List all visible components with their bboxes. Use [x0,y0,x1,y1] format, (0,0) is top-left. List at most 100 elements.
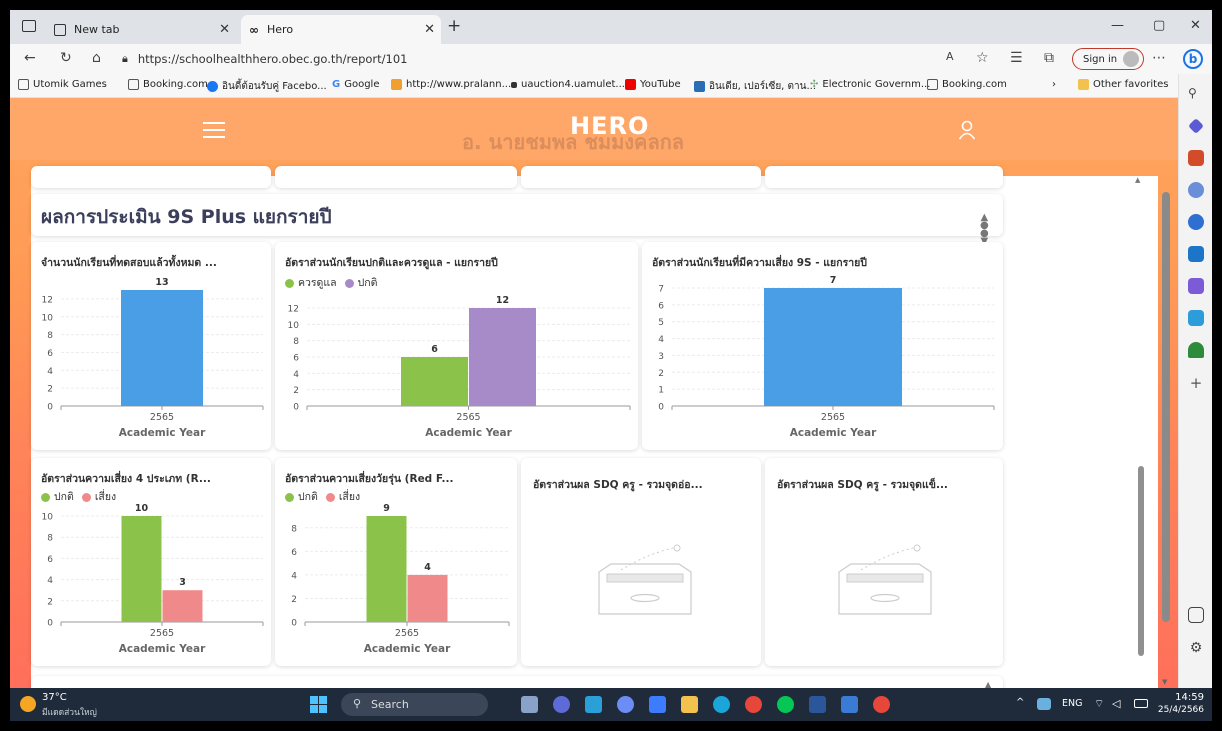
chart-card-9s-risk: อัตราส่วนนักเรียนที่มีความเสี่ยง 9S - แย… [642,242,1003,450]
show-hidden-icons-icon[interactable]: ^ [1016,697,1024,708]
scroll-down-icon[interactable]: ▼ [1162,678,1167,686]
legend-item[interactable]: ปกติ [344,274,377,291]
app-icon[interactable] [617,696,634,713]
navigation-bar: ← ↻ ⌂ 🔒︎ https://schoolhealthhero.obec.g… [10,44,1212,74]
new-tab-button[interactable]: + [447,16,461,36]
favorite-item[interactable]: อินดี้ต้อนรับคู่ Facebo... [207,79,327,94]
scrollbar-thumb[interactable] [1138,466,1144,656]
search-icon[interactable]: ⚲ [1188,86,1204,102]
favorite-item[interactable]: อินเดีย, เปอร์เซีย, ตาน... [694,79,816,94]
tab-new-tab[interactable]: New tab ✕ [46,15,236,44]
y-tick-label: 10 [288,321,300,331]
photos-icon[interactable] [841,696,858,713]
file-explorer-icon[interactable] [681,696,698,713]
language-indicator[interactable]: ENG [1062,698,1082,709]
line-icon[interactable] [777,696,794,713]
chart-legend: ควรดูแล ปกติ [285,274,377,291]
store-icon[interactable] [649,696,666,713]
scroll-up-icon[interactable]: ▲ [985,680,991,688]
back-icon[interactable]: ← [24,50,36,66]
add-icon[interactable]: + [1188,374,1204,392]
avatar [1123,51,1139,67]
minimize-button[interactable]: — [1111,18,1124,33]
maximize-button[interactable]: ▢ [1153,18,1165,33]
favorite-star-icon[interactable]: ☆ [976,50,989,66]
clock-time[interactable]: 14:59 [1168,692,1204,703]
taskbar-search[interactable]: ⚲ Search [341,693,488,716]
workspaces-icon[interactable] [22,20,36,32]
address-bar[interactable]: 🔒︎ https://schoolhealthhero.obec.go.th/r… [122,48,872,70]
read-aloud-icon[interactable]: A [946,50,954,63]
sign-in-button[interactable]: Sign in [1072,48,1144,70]
y-tick-label: 12 [288,305,299,315]
favorite-item[interactable]: http://www.pralann... [391,79,511,90]
favorite-item[interactable]: uauction4.uamulet... [511,79,625,90]
y-tick-label: 0 [658,403,664,413]
user-icon[interactable] [958,120,976,140]
hero-logo-icon: ∞ [249,22,259,37]
favorite-item[interactable]: Utomik Games [18,79,107,90]
task-view-icon[interactable] [521,696,538,713]
close-window-button[interactable]: ✕ [1190,18,1201,33]
page-scrollbar[interactable]: ▼ [1158,178,1174,688]
chart-legend: ปกติ เสี่ยง [285,488,360,505]
home-icon[interactable]: ⌂ [92,50,101,66]
favorite-item[interactable]: Booking.com [927,79,1007,90]
empty-box-icon [838,544,932,615]
settings-gear-icon[interactable]: ⚙ [1188,640,1204,656]
battery-icon[interactable] [1134,699,1148,708]
chart-title: จำนวนนักเรียนที่ทดสอบแล้วทั้งหมด ... [41,257,217,269]
close-icon[interactable]: ✕ [219,22,230,37]
legend-item[interactable]: เสี่ยง [325,488,360,505]
chat-icon[interactable] [553,696,570,713]
hamburger-menu-icon[interactable] [203,122,225,138]
office-icon[interactable] [1188,214,1204,230]
chart-svg: 0 1 2 3 4 5 6 7 7 2565 Academic Year [658,275,995,439]
edge-icon[interactable] [713,696,730,713]
favorite-item[interactable]: G Google [332,79,379,90]
mail-icon[interactable] [585,696,602,713]
refresh-icon[interactable]: ↻ [60,50,72,66]
designer-icon[interactable] [1188,278,1204,294]
legend-item[interactable]: ปกติ [41,488,74,505]
x-tick-label: 2565 [395,628,419,639]
send-icon[interactable] [1188,310,1204,326]
favorite-item[interactable]: YouTube [625,79,681,90]
chrome-alt-icon[interactable] [873,696,890,713]
collections-icon[interactable]: ⧉ [1044,50,1054,66]
chart-card-students-tested: จำนวนนักเรียนที่ทดสอบแล้วทั้งหมด ... 0 2 4… [31,242,271,450]
sidebar-toggle-icon[interactable] [1188,607,1204,623]
legend-dot [325,492,335,502]
word-icon[interactable] [809,696,826,713]
favorite-item[interactable]: Booking.com [128,79,208,90]
scroll-up-icon[interactable]: ▲ [1135,176,1140,184]
legend-item[interactable]: ปกติ [285,488,318,505]
legend-item[interactable]: ควรดูแล [285,274,337,291]
more-icon[interactable]: ⋯ [1152,50,1166,66]
scrollbar-thumb[interactable] [1162,192,1170,622]
close-icon[interactable]: ✕ [424,22,435,37]
chart-card-normal-vs-care: อัตราส่วนนักเรียนปกติและควรดูแล - แยกราย… [275,242,638,450]
bing-icon[interactable]: b [1183,49,1203,69]
favorites-icon[interactable]: ☰ [1010,50,1023,66]
report-panel: ผลการประเมิน 9S Plus แยกรายปี ▲●●▼ จำนวน… [31,166,1158,688]
tree-icon[interactable] [1188,342,1204,358]
inner-scrollbar[interactable]: ▲ [1135,176,1149,656]
chrome-icon[interactable] [745,696,762,713]
favorites-overflow-icon[interactable]: › [1052,79,1056,90]
start-button[interactable] [310,696,327,713]
legend-item[interactable]: เสี่ยง [81,488,116,505]
weather-icon[interactable] [20,696,36,712]
legend-dot [81,492,91,502]
cloud-icon[interactable] [1037,698,1051,710]
tools-icon[interactable] [1188,150,1204,166]
favorite-item[interactable]: ✣ Electronic Governm... [810,79,930,90]
volume-icon[interactable]: ◁ [1112,697,1120,710]
outlook-icon[interactable] [1188,246,1204,262]
tab-hero[interactable]: ∞ Hero ✕ [241,15,441,44]
wifi-icon[interactable]: ⌔ [1094,697,1104,711]
other-favorites[interactable]: Other favorites [1078,79,1168,90]
shopping-icon[interactable] [1188,118,1204,134]
games-icon[interactable] [1188,182,1204,198]
clock-date[interactable]: 25/4/2566 [1152,705,1204,715]
